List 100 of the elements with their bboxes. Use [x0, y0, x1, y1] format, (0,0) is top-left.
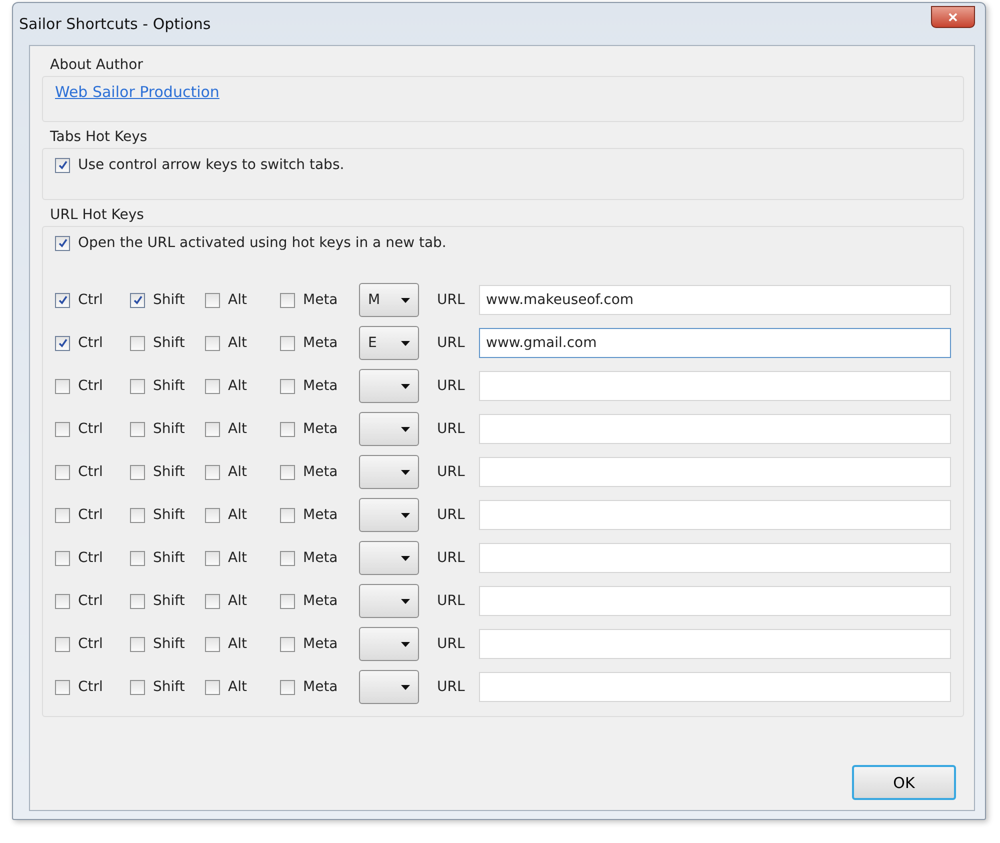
checkbox[interactable]: [130, 464, 145, 480]
url-label: URL: [437, 550, 466, 566]
checkbox[interactable]: [130, 336, 145, 350]
checkbox[interactable]: [280, 292, 295, 308]
caret-icon: [401, 598, 410, 604]
url-input-field[interactable]: [479, 457, 951, 487]
caret-icon: [401, 384, 410, 388]
checkbox[interactable]: [55, 236, 70, 250]
url-input-field[interactable]: [479, 371, 951, 401]
checkbox-label: Alt: [228, 464, 247, 480]
checkbox-label: Meta: [303, 507, 338, 523]
url-label: URL: [437, 335, 466, 351]
url-input-field[interactable]: www.gmail.com: [479, 328, 951, 358]
key-dropdown[interactable]: [359, 455, 419, 489]
checkbox-label: Alt: [228, 507, 247, 523]
author-link[interactable]: Web Sailor Production: [55, 83, 220, 101]
key-dropdown[interactable]: [359, 584, 419, 618]
url-input-field[interactable]: [479, 629, 951, 659]
key-dropdown[interactable]: [359, 498, 419, 532]
checkbox-label: Alt: [228, 636, 247, 652]
checkbox[interactable]: [55, 336, 70, 350]
checkbox[interactable]: [205, 508, 220, 522]
checkbox[interactable]: [130, 292, 145, 308]
group-legend: URL Hot Keys: [42, 204, 964, 226]
checkbox-label: Open the URL activated using hot keys in a new tab.: [78, 235, 446, 251]
checkbox[interactable]: [205, 422, 220, 436]
checkbox[interactable]: [130, 636, 145, 652]
key-dropdown[interactable]: [359, 412, 419, 446]
checkbox-label: Ctrl: [78, 679, 103, 695]
checkbox-label: Ctrl: [78, 464, 103, 480]
checkbox[interactable]: [280, 594, 295, 608]
checkbox-label: Shift: [153, 507, 185, 523]
checkbox[interactable]: [280, 422, 295, 436]
checkbox[interactable]: [280, 680, 295, 694]
url-input-field[interactable]: [479, 586, 951, 616]
key-dropdown[interactable]: [359, 369, 419, 403]
checkbox-label: Meta: [303, 378, 338, 394]
checkbox[interactable]: [130, 378, 145, 394]
checkbox-label: Alt: [228, 550, 247, 566]
checkbox-label: Alt: [228, 421, 247, 437]
checkbox[interactable]: [55, 508, 70, 522]
checkbox[interactable]: [130, 594, 145, 608]
url-input-field[interactable]: [479, 500, 951, 530]
checkbox-label: Use control arrow keys to switch tabs.: [78, 157, 344, 173]
url-input-field[interactable]: [479, 543, 951, 573]
url-label: URL: [437, 507, 466, 523]
checkbox[interactable]: [55, 158, 70, 172]
url-label: URL: [437, 378, 466, 394]
checkbox[interactable]: [55, 680, 70, 694]
key-dropdown[interactable]: [359, 541, 419, 575]
checkbox-label: Shift: [153, 593, 185, 609]
checkbox[interactable]: [280, 636, 295, 652]
checkbox-label: Meta: [303, 550, 338, 566]
checkbox[interactable]: [280, 464, 295, 480]
checkbox[interactable]: [205, 594, 220, 608]
checkbox[interactable]: [130, 550, 145, 566]
checkbox[interactable]: [55, 550, 70, 566]
key-dropdown[interactable]: [359, 670, 419, 704]
checkbox[interactable]: [55, 378, 70, 394]
checkbox[interactable]: [130, 680, 145, 694]
checkbox[interactable]: [55, 422, 70, 436]
caret-icon: [401, 470, 410, 474]
checkbox-label: Meta: [303, 679, 338, 695]
checkbox-label: Meta: [303, 464, 338, 480]
checkbox-label: Ctrl: [78, 550, 103, 566]
ok-button[interactable]: OK: [852, 765, 956, 800]
checkbox[interactable]: [130, 422, 145, 436]
checkbox[interactable]: [280, 550, 295, 566]
url-label: URL: [437, 679, 466, 695]
checkbox[interactable]: [280, 508, 295, 522]
checkbox[interactable]: [55, 594, 70, 608]
key-dropdown[interactable]: M: [359, 283, 419, 317]
checkbox[interactable]: [55, 464, 70, 480]
caret-icon: [401, 512, 410, 518]
checkbox-label: Meta: [303, 335, 338, 351]
url-input-field[interactable]: [479, 672, 951, 702]
caret-icon: [401, 556, 410, 560]
key-dropdown[interactable]: E: [359, 326, 419, 360]
key-dropdown[interactable]: [359, 627, 419, 661]
url-input-field[interactable]: www.makeuseof.com: [479, 285, 951, 315]
checkbox[interactable]: [55, 292, 70, 308]
checkbox-label: Ctrl: [78, 335, 103, 351]
url-label: URL: [437, 292, 466, 308]
checkbox-label: Meta: [303, 636, 338, 652]
checkbox[interactable]: [205, 680, 220, 694]
checkbox[interactable]: [130, 508, 145, 522]
checkbox-label: Ctrl: [78, 593, 103, 609]
checkbox[interactable]: [55, 636, 70, 652]
checkbox[interactable]: [205, 292, 220, 308]
checkbox[interactable]: [205, 464, 220, 480]
checkbox[interactable]: [205, 378, 220, 394]
checkbox-label: Shift: [153, 679, 185, 695]
checkbox[interactable]: [280, 336, 295, 350]
checkbox[interactable]: [205, 550, 220, 566]
url-input-field[interactable]: [479, 414, 951, 444]
checkbox-label: Shift: [153, 421, 185, 437]
checkbox[interactable]: [205, 336, 220, 350]
checkbox[interactable]: [280, 378, 295, 394]
checkbox-label: Meta: [303, 292, 338, 308]
checkbox[interactable]: [205, 636, 220, 652]
